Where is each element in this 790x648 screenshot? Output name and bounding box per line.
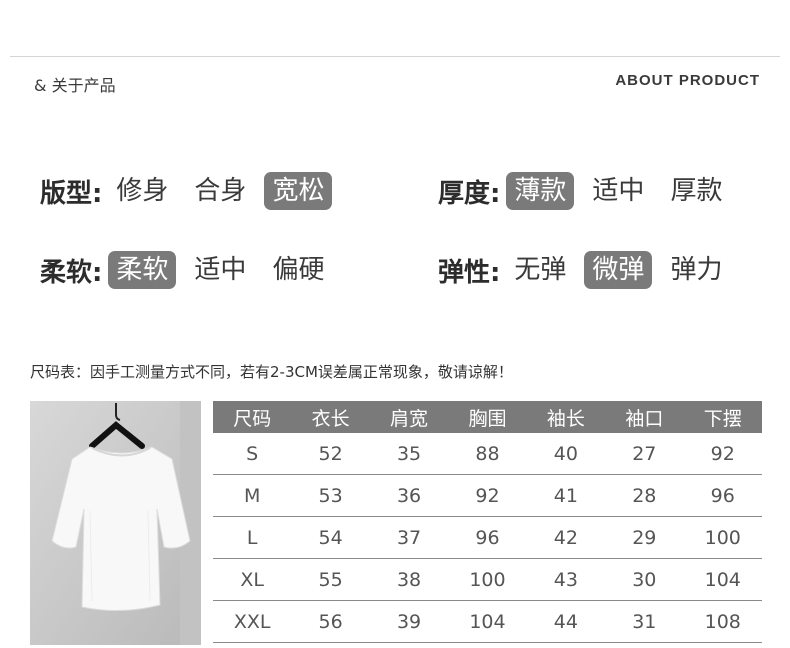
attribute-label: 版型: xyxy=(40,178,103,209)
table-cell: 36 xyxy=(369,474,449,517)
attribute-option: 无弹 xyxy=(514,255,567,285)
attribute-option: 适中 xyxy=(592,176,645,206)
table-row: L 54 37 96 42 29 100 xyxy=(213,516,762,559)
table-cell: 54 xyxy=(291,516,370,559)
attribute-option: 适中 xyxy=(194,255,247,285)
column-header-hem: 下摆 xyxy=(683,401,762,433)
attribute-option-selected: 薄款 xyxy=(506,172,575,210)
attribute-fit: 版型: 修身 合身 宽松 xyxy=(40,171,342,211)
attribute-thickness: 厚度: 薄款 适中 厚款 xyxy=(438,171,740,211)
size-chart-table: 尺码 衣长 肩宽 胸围 袖长 袖口 下摆 S 52 35 88 40 27 92… xyxy=(213,401,762,643)
table-cell: 41 xyxy=(526,474,606,517)
section-title-english: ABOUT PRODUCT xyxy=(615,72,760,89)
table-cell: 31 xyxy=(605,600,684,643)
table-cell: 44 xyxy=(526,600,606,643)
attribute-softness: 柔软: 柔软 适中 偏硬 xyxy=(40,250,342,290)
product-photo xyxy=(30,401,201,645)
table-cell: S xyxy=(213,433,292,475)
table-cell: XXL xyxy=(213,600,292,643)
table-cell: 27 xyxy=(605,433,684,475)
table-cell: 38 xyxy=(369,558,449,601)
attribute-option-selected: 微弹 xyxy=(584,251,653,289)
table-cell: 30 xyxy=(605,558,684,601)
table-cell: XL xyxy=(213,558,292,601)
table-cell: L xyxy=(213,516,292,559)
table-cell: 88 xyxy=(448,433,527,475)
table-cell: M xyxy=(213,474,292,517)
table-cell: 100 xyxy=(683,516,762,559)
column-header-size: 尺码 xyxy=(213,401,292,433)
table-cell: 42 xyxy=(526,516,606,559)
table-cell: 55 xyxy=(291,558,370,601)
table-row: M 53 36 92 41 28 96 xyxy=(213,474,762,517)
table-cell: 108 xyxy=(683,600,762,643)
table-cell: 52 xyxy=(291,433,370,475)
top-divider xyxy=(10,56,780,57)
column-header-shoulder: 肩宽 xyxy=(369,401,449,433)
attribute-label: 厚度: xyxy=(438,178,501,209)
table-cell: 53 xyxy=(291,474,370,517)
table-cell: 35 xyxy=(369,433,449,475)
table-cell: 56 xyxy=(291,600,370,643)
column-header-cuff: 袖口 xyxy=(605,401,684,433)
table-cell: 96 xyxy=(683,474,762,517)
section-title: & 关于产品 xyxy=(34,76,116,95)
table-cell: 100 xyxy=(448,558,527,601)
attribute-option: 合身 xyxy=(194,176,247,206)
table-cell: 39 xyxy=(369,600,449,643)
table-cell: 40 xyxy=(526,433,606,475)
table-cell: 96 xyxy=(448,516,527,559)
table-cell: 104 xyxy=(448,600,527,643)
table-cell: 28 xyxy=(605,474,684,517)
attribute-label: 柔软: xyxy=(40,257,103,288)
attribute-elasticity: 弹性: 无弹 微弹 弹力 xyxy=(438,250,740,290)
attribute-option: 弹力 xyxy=(670,255,723,285)
table-row: S 52 35 88 40 27 92 xyxy=(213,433,762,475)
column-header-bust: 胸围 xyxy=(448,401,527,433)
table-cell: 43 xyxy=(526,558,606,601)
table-row: XXL 56 39 104 44 31 108 xyxy=(213,600,762,643)
attribute-option: 偏硬 xyxy=(272,255,325,285)
attribute-label: 弹性: xyxy=(438,257,501,288)
size-chart-header-row: 尺码 衣长 肩宽 胸围 袖长 袖口 下摆 xyxy=(213,401,762,433)
attribute-option-selected: 宽松 xyxy=(264,172,333,210)
table-cell: 104 xyxy=(683,558,762,601)
table-cell: 92 xyxy=(448,474,527,517)
attribute-option: 厚款 xyxy=(670,176,723,206)
attribute-option: 修身 xyxy=(116,176,169,206)
column-header-length: 衣长 xyxy=(291,401,370,433)
table-cell: 92 xyxy=(683,433,762,475)
table-cell: 37 xyxy=(369,516,449,559)
table-cell: 29 xyxy=(605,516,684,559)
tshirt-image xyxy=(30,401,201,645)
attribute-option-selected: 柔软 xyxy=(108,251,177,289)
column-header-sleeve-length: 袖长 xyxy=(526,401,606,433)
table-row: XL 55 38 100 43 30 104 xyxy=(213,558,762,601)
size-chart-note: 尺码表：因手工测量方式不同，若有2-3CM误差属正常现象，敬请谅解！ xyxy=(30,363,513,381)
